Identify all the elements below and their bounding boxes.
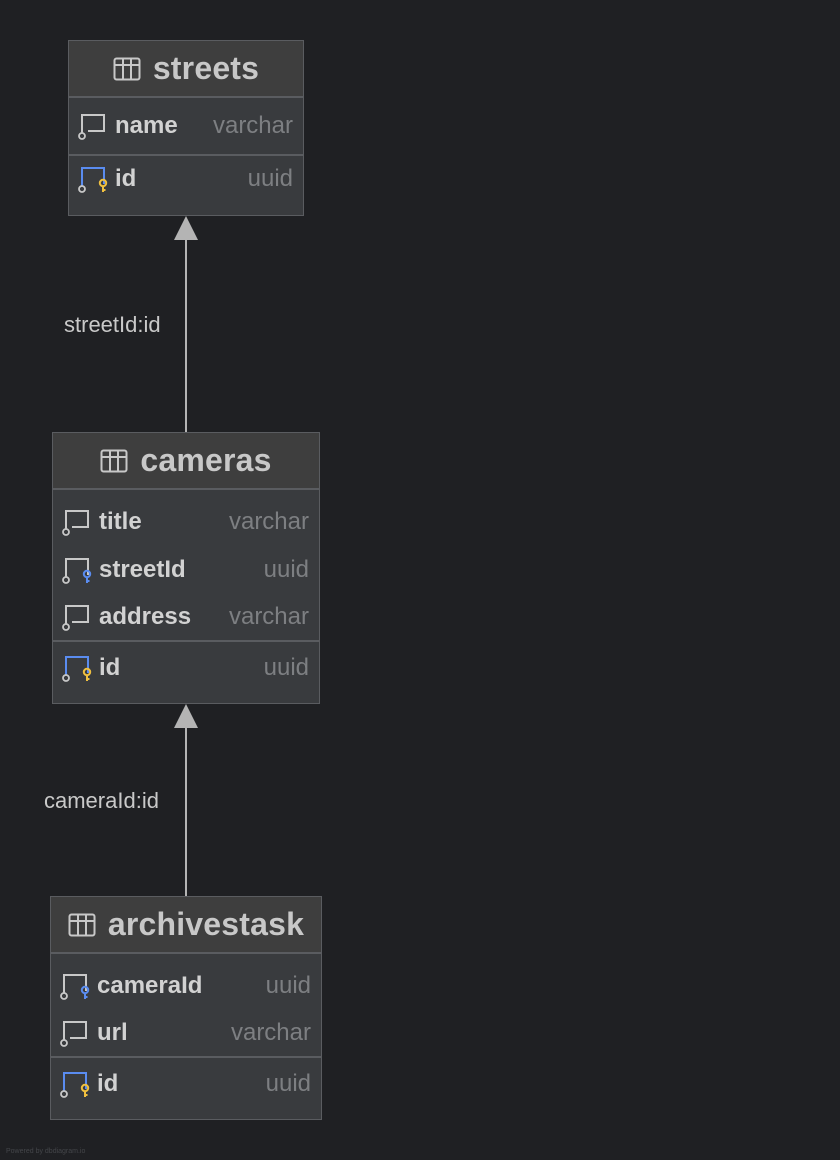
column-name: id — [99, 654, 121, 681]
table-name: archivestask — [107, 906, 305, 942]
table-name: streets — [152, 50, 260, 86]
column-name: id — [115, 165, 137, 192]
diagram-canvas: streetId:id cameraId:id streets name var… — [0, 0, 840, 1160]
relation-label: cameraId:id — [44, 788, 159, 813]
column-icon — [62, 605, 89, 631]
primary-key-icon — [78, 167, 108, 193]
column-type: uuid — [263, 556, 309, 583]
table-row[interactable]: name varchar — [69, 98, 303, 154]
table-row-pk[interactable]: id uuid — [69, 156, 303, 202]
column-type: uuid — [247, 165, 293, 192]
column-type: uuid — [263, 654, 309, 681]
column-name: url — [97, 1019, 128, 1046]
table-row[interactable]: url varchar — [51, 1010, 321, 1056]
table-row-pk[interactable]: id uuid — [53, 642, 319, 694]
table-row[interactable]: title varchar — [53, 498, 319, 546]
relation-arrowhead — [174, 216, 198, 240]
table-icon — [68, 913, 96, 936]
column-name: cameraId — [97, 972, 203, 999]
relation-arrowhead — [174, 704, 198, 728]
table-header[interactable]: archivestask — [51, 897, 321, 954]
column-icon — [62, 510, 89, 536]
table-header[interactable]: cameras — [53, 433, 319, 490]
table-row-pk[interactable]: id uuid — [51, 1058, 321, 1110]
table-archivestask[interactable]: archivestask cameraId uuid url varchar i… — [50, 896, 322, 1120]
table-icon — [100, 449, 128, 472]
column-icon — [78, 114, 105, 140]
column-name: address — [99, 603, 192, 630]
column-name: name — [115, 112, 178, 139]
primary-key-icon — [62, 656, 92, 682]
column-name: id — [97, 1070, 119, 1097]
table-header[interactable]: streets — [69, 41, 303, 98]
column-type: uuid — [265, 972, 311, 999]
column-name: title — [99, 508, 142, 535]
table-row[interactable]: address varchar — [53, 594, 319, 640]
foreign-key-icon — [60, 974, 90, 1000]
column-type: uuid — [265, 1070, 311, 1097]
column-type: varchar — [228, 508, 309, 535]
table-row[interactable]: streetId uuid — [53, 546, 319, 594]
footer-credit: Powered by dbdiagram.io — [6, 1148, 86, 1155]
table-name: cameras — [140, 442, 272, 478]
column-type: varchar — [228, 603, 309, 630]
table-streets[interactable]: streets name varchar id uuid — [68, 40, 304, 216]
table-icon — [113, 57, 141, 80]
table-cameras[interactable]: cameras title varchar streetId uuid addr… — [52, 432, 320, 704]
column-name: streetId — [99, 556, 186, 583]
column-icon — [60, 1021, 87, 1047]
column-type: varchar — [212, 112, 293, 139]
table-row[interactable]: cameraId uuid — [51, 962, 321, 1010]
foreign-key-icon — [62, 558, 92, 584]
column-type: varchar — [230, 1019, 311, 1046]
primary-key-icon — [60, 1072, 90, 1098]
relation-label: streetId:id — [64, 312, 161, 337]
